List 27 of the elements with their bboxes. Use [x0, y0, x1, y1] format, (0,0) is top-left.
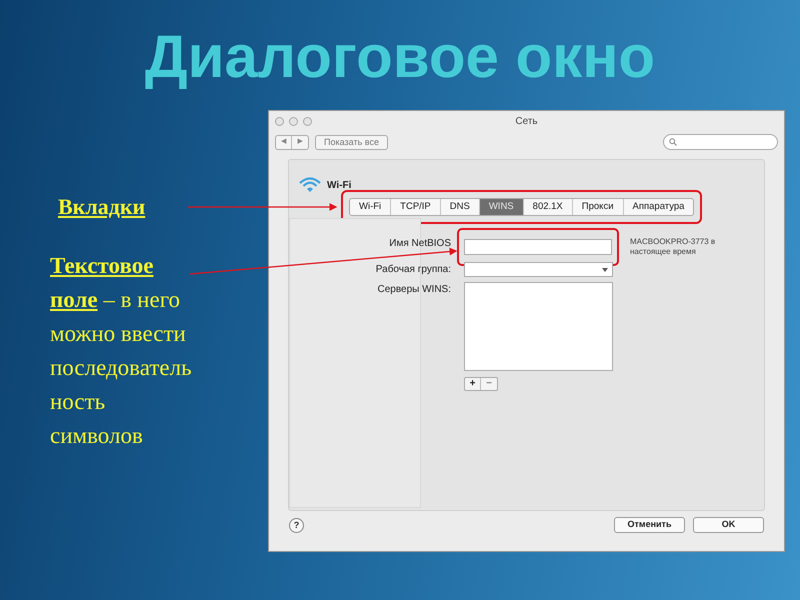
field-label: Рабочая группа: [374, 263, 452, 277]
search-icon [669, 138, 677, 146]
field-label: Серверы WINS: [376, 283, 452, 297]
tab[interactable]: TCP/IP [391, 199, 441, 215]
tab[interactable]: Wi-Fi [350, 199, 392, 215]
dialog-button[interactable]: OK [693, 517, 764, 533]
tab[interactable]: Прокси [572, 199, 624, 215]
list-button[interactable]: + [465, 378, 481, 390]
callout-text: Текстовое поле – в него можно ввести последователь ность символов [50, 252, 193, 450]
dialog-button[interactable]: Отменить [614, 517, 685, 533]
caret-icon [602, 268, 608, 272]
workgroup-dropdown[interactable] [464, 262, 613, 277]
search-field[interactable] [663, 134, 778, 150]
callout-label: Вкладки [58, 193, 146, 221]
netbios-field[interactable] [464, 239, 612, 255]
help-button[interactable]: ? [289, 518, 304, 532]
tab[interactable]: WINS [480, 199, 524, 215]
wins-servers-list[interactable] [464, 282, 613, 371]
service-name: Wi-Fi [327, 178, 352, 192]
window-title: Сеть [515, 114, 538, 128]
tab[interactable]: 802.1X [524, 199, 573, 215]
slide-title: Диалоговое окно [144, 22, 656, 92]
field-label: Имя NetBIOS [388, 237, 452, 251]
show-all-button[interactable]: Показать все [315, 134, 388, 150]
wifi-icon [299, 177, 321, 193]
tab[interactable]: Аппаратура [624, 199, 694, 215]
hint-text: MACBOOKPRO-3773 в настоящее время [630, 237, 716, 257]
